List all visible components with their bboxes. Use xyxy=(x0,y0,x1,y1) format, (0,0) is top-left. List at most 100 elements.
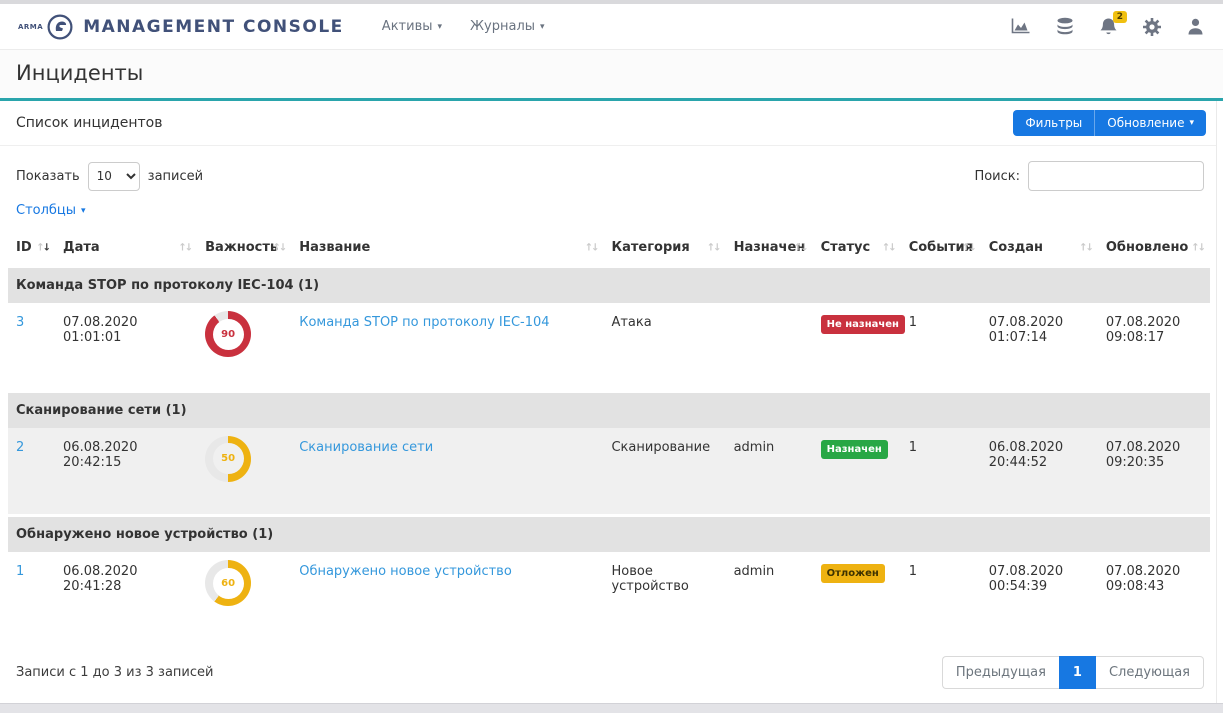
col-header-created[interactable]: Создан xyxy=(981,230,1098,267)
col-label: ID xyxy=(16,240,32,255)
user-profile-icon[interactable] xyxy=(1186,17,1205,37)
page-title: Инциденты xyxy=(16,61,1207,85)
refresh-dropdown-button[interactable]: Обновление ▾ xyxy=(1094,110,1206,136)
sort-icon xyxy=(1079,242,1092,253)
nav-menus: Активы ▾ Журналы ▾ xyxy=(382,19,545,34)
incident-name-link[interactable]: Команда STOP по протоколу IEC-104 xyxy=(299,315,549,330)
search-input[interactable] xyxy=(1028,161,1204,191)
card-title: Список инцидентов xyxy=(16,115,163,131)
incident-events-count: 1 xyxy=(901,303,981,391)
columns-row: Столбцы ▾ xyxy=(0,195,1216,230)
page-size-select[interactable]: 10 xyxy=(88,162,140,191)
database-icon[interactable] xyxy=(1055,17,1075,37)
menu-journals-label: Журналы xyxy=(470,19,535,34)
sort-icon xyxy=(272,242,285,253)
pagination-previous-button[interactable]: Предыдущая xyxy=(942,656,1059,689)
incident-updated: 07.08.2020 09:08:17 xyxy=(1098,303,1210,391)
pagination: Предыдущая 1 Следующая xyxy=(942,656,1204,689)
importance-gauge: 50 xyxy=(205,436,251,482)
col-label: Обновлено xyxy=(1106,240,1189,255)
sort-icon xyxy=(962,242,975,253)
refresh-button-label: Обновление xyxy=(1107,116,1184,130)
filters-button[interactable]: Фильтры xyxy=(1013,110,1094,136)
incident-id-link[interactable]: 3 xyxy=(16,315,24,330)
sort-icon xyxy=(36,242,49,253)
columns-label: Столбцы xyxy=(16,203,76,218)
incident-id-link[interactable]: 1 xyxy=(16,564,24,579)
status-badge: Отложен xyxy=(821,564,885,583)
incident-updated: 07.08.2020 09:08:43 xyxy=(1098,552,1210,640)
incident-created: 07.08.2020 00:54:39 xyxy=(981,552,1098,640)
incident-created: 06.08.2020 20:44:52 xyxy=(981,428,1098,516)
importance-value: 60 xyxy=(213,568,244,599)
incident-name-link[interactable]: Сканирование сети xyxy=(299,440,433,455)
incident-assignee xyxy=(726,303,813,391)
table-header-row: ID Дата Важность Название Категория Назн… xyxy=(8,230,1210,267)
group-header-row: Команда STOP по протоколу IEC-104 (1) xyxy=(8,267,1210,304)
group-header-row: Обнаружено новое устройство (1) xyxy=(8,516,1210,553)
table-controls: Показать 10 записей Поиск: xyxy=(0,146,1216,195)
incident-date: 06.08.2020 20:42:15 xyxy=(55,428,197,516)
filters-button-label: Фильтры xyxy=(1025,116,1082,130)
col-label: Название xyxy=(299,240,370,255)
col-header-events[interactable]: События xyxy=(901,230,981,267)
col-header-name[interactable]: Название xyxy=(291,230,603,267)
incidents-table: ID Дата Важность Название Категория Назн… xyxy=(8,230,1210,640)
col-header-date[interactable]: Дата xyxy=(55,230,197,267)
incident-name-link[interactable]: Обнаружено новое устройство xyxy=(299,564,512,579)
sort-icon xyxy=(707,242,720,253)
col-header-id[interactable]: ID xyxy=(8,230,55,267)
page-size-control: Показать 10 записей xyxy=(16,162,203,191)
columns-dropdown[interactable]: Столбцы ▾ xyxy=(16,203,86,218)
chevron-down-icon: ▾ xyxy=(81,206,86,216)
col-header-category[interactable]: Категория xyxy=(603,230,725,267)
sort-icon xyxy=(882,242,895,253)
incident-category: Атака xyxy=(603,303,725,391)
brand[interactable]: ARMA MANAGEMENT CONSOLE xyxy=(18,14,344,40)
gear-icon[interactable] xyxy=(1142,17,1162,37)
col-header-status[interactable]: Статус xyxy=(813,230,901,267)
col-label: Создан xyxy=(989,240,1043,255)
chevron-down-icon: ▾ xyxy=(1189,118,1194,128)
incident-row: 2 06.08.2020 20:42:15 50 Сканирование се… xyxy=(8,428,1210,516)
incident-category: Новое устройство xyxy=(603,552,725,640)
pagination-next-button[interactable]: Следующая xyxy=(1096,656,1204,689)
notifications-bell-icon[interactable]: 2 xyxy=(1099,17,1118,37)
col-header-updated[interactable]: Обновлено xyxy=(1098,230,1210,267)
brand-title: MANAGEMENT CONSOLE xyxy=(83,17,344,37)
col-label: Статус xyxy=(821,240,871,255)
show-label: Показать xyxy=(16,169,80,184)
col-label: Дата xyxy=(63,240,100,255)
incident-date: 07.08.2020 01:01:01 xyxy=(55,303,197,391)
card-footer: Записи с 1 до 3 из 3 записей Предыдущая … xyxy=(0,640,1216,707)
card-actions: Фильтры Обновление ▾ xyxy=(1013,110,1206,136)
incident-row: 1 06.08.2020 20:41:28 60 Обнаружено ново… xyxy=(8,552,1210,640)
bottom-strip xyxy=(0,703,1223,713)
sort-icon xyxy=(794,242,807,253)
group-label: Обнаружено новое устройство (1) xyxy=(8,516,1210,553)
status-badge: Назначен xyxy=(821,440,888,459)
importance-value: 90 xyxy=(213,319,244,350)
sort-icon xyxy=(178,242,191,253)
search-label: Поиск: xyxy=(974,169,1020,184)
col-header-assignee[interactable]: Назначен xyxy=(726,230,813,267)
incident-assignee: admin xyxy=(726,428,813,516)
menu-journals[interactable]: Журналы ▾ xyxy=(470,19,545,34)
menu-assets[interactable]: Активы ▾ xyxy=(382,19,442,34)
navbar: ARMA MANAGEMENT CONSOLE Активы ▾ Журналы… xyxy=(0,4,1223,50)
col-header-importance[interactable]: Важность xyxy=(197,230,291,267)
incident-created: 07.08.2020 01:07:14 xyxy=(981,303,1098,391)
chevron-down-icon: ▾ xyxy=(438,22,443,32)
group-label: Сканирование сети (1) xyxy=(8,391,1210,428)
chevron-down-icon: ▾ xyxy=(540,22,545,32)
pagination-page-1-button[interactable]: 1 xyxy=(1059,656,1096,689)
incident-assignee: admin xyxy=(726,552,813,640)
col-label: Важность xyxy=(205,240,278,255)
brand-prefix: ARMA xyxy=(18,23,43,31)
sort-icon xyxy=(585,242,598,253)
incident-id-link[interactable]: 2 xyxy=(16,440,24,455)
menu-assets-label: Активы xyxy=(382,19,433,34)
col-label: Категория xyxy=(611,240,689,255)
dashboard-chart-icon[interactable] xyxy=(1010,17,1031,36)
search-control: Поиск: xyxy=(974,161,1204,191)
